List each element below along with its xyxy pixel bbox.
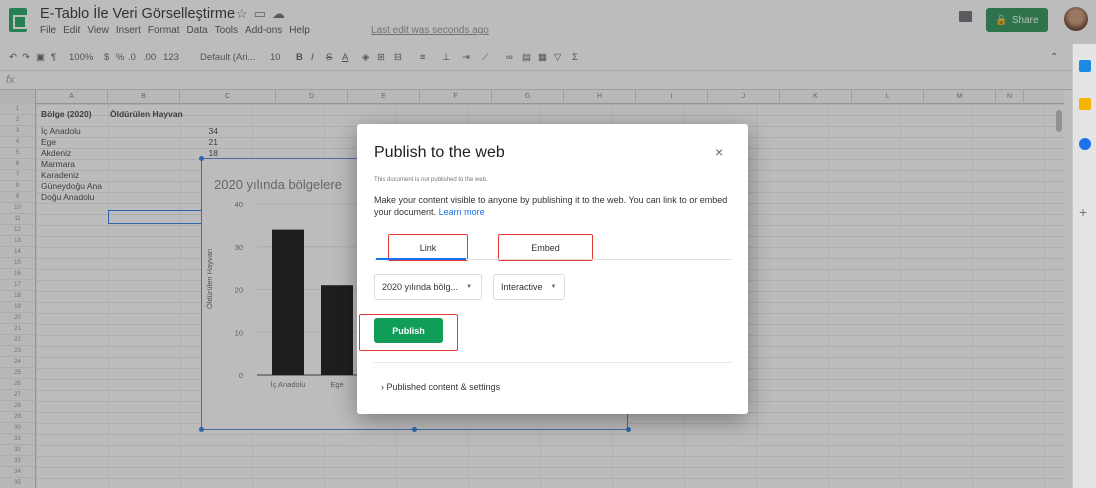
dialog-divider	[374, 362, 732, 363]
publish-button[interactable]: Publish	[374, 318, 443, 343]
publish-label: Publish	[392, 325, 425, 336]
tab-embed-label: Embed	[531, 242, 560, 253]
format-select-value: Interactive	[501, 282, 543, 292]
publish-dialog: Publish to the web × This document is no…	[357, 124, 748, 414]
close-icon[interactable]: ×	[715, 144, 723, 160]
learn-more-link[interactable]: Learn more	[439, 207, 485, 217]
sheets-window: E-Tablo İle Veri Görselleştirme ☆▭☁ File…	[0, 0, 1096, 488]
chart-select-dropdown[interactable]: 2020 yılında bölg... ▼	[374, 274, 482, 300]
active-tab-indicator	[376, 258, 466, 260]
chevron-down-icon: ▼	[550, 284, 557, 290]
chevron-down-icon: ▼	[466, 284, 473, 290]
chart-select-value: 2020 yılında bölg...	[382, 282, 459, 292]
keep-icon[interactable]	[1079, 98, 1091, 110]
published-settings-toggle[interactable]: › Published content & settings	[381, 382, 500, 392]
format-select-dropdown[interactable]: Interactive ▼	[493, 274, 565, 300]
tab-embed[interactable]: Embed	[498, 234, 593, 261]
calendar-icon[interactable]	[1079, 60, 1091, 72]
publish-status-note: This document is not published to the we…	[374, 177, 488, 183]
published-settings-label: Published content & settings	[386, 382, 501, 392]
side-panel: +	[1072, 44, 1096, 488]
dialog-description: Make your content visible to anyone by p…	[374, 194, 736, 218]
chevron-right-icon: ›	[381, 382, 384, 392]
dialog-title: Publish to the web	[374, 144, 505, 161]
tasks-icon[interactable]	[1079, 138, 1091, 150]
tab-link[interactable]: Link	[388, 234, 468, 261]
add-addon-icon[interactable]: +	[1079, 204, 1087, 220]
description-text: Make your content visible to anyone by p…	[374, 195, 728, 217]
tab-link-label: Link	[419, 242, 437, 253]
